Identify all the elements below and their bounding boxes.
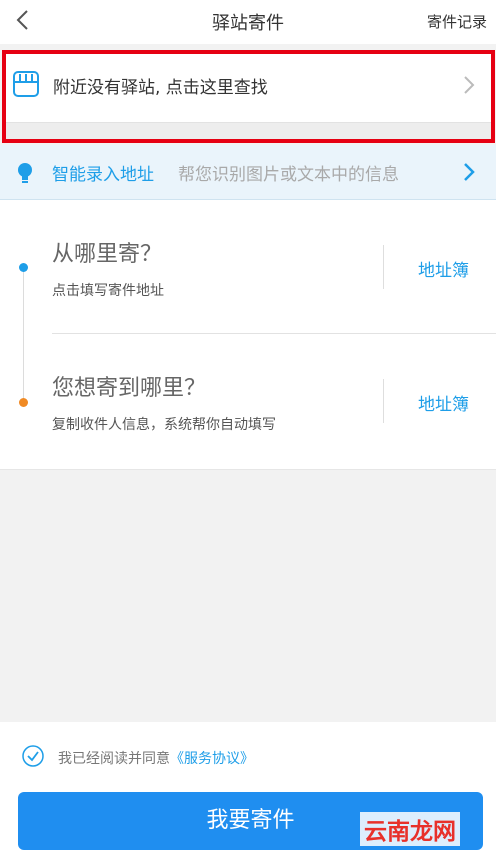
divider [52,333,496,334]
smart-entry-subtitle: 帮您识别图片或文本中的信息 [178,165,399,185]
recipient-address-book-button[interactable]: 地址簿 [418,390,469,415]
chevron-right-icon [464,163,475,181]
sender-address-book-button[interactable]: 地址簿 [418,256,469,281]
page-title: 驿站寄件 [212,13,284,34]
smart-address-entry-row[interactable]: 智能录入地址 帮您识别图片或文本中的信息 [0,145,496,200]
lightbulb-icon [18,163,32,183]
recipient-address-title[interactable]: 您想寄到哪里？ [52,370,206,402]
highlight-frame [2,50,495,143]
divider [383,379,384,423]
watermark: 云南龙网 [360,812,460,846]
agree-checkbox-icon[interactable] [22,745,44,767]
agreement-text: 我已经阅读并同意《服务协议》 [58,748,254,768]
shipping-record-link[interactable]: 寄件记录 [427,11,487,32]
recipient-address-hint[interactable]: 复制收件人信息，系统帮你自动填写 [52,414,276,434]
to-dot [19,398,28,407]
from-dot [19,263,28,272]
app-header: 驿站寄件 寄件记录 [0,0,496,44]
agreement-prefix: 我已经阅读并同意 [58,751,170,767]
address-card: 从哪里寄？ 点击填写寄件地址 地址簿 您想寄到哪里？ 复制收件人信息，系统帮你自… [0,200,496,470]
divider [383,245,384,289]
sender-address-title[interactable]: 从哪里寄？ [52,236,162,268]
sender-address-hint[interactable]: 点击填写寄件地址 [52,280,164,300]
smart-entry-title: 智能录入地址 [52,165,154,185]
timeline-line [23,268,24,403]
service-agreement-link[interactable]: 《服务协议》 [170,751,254,767]
